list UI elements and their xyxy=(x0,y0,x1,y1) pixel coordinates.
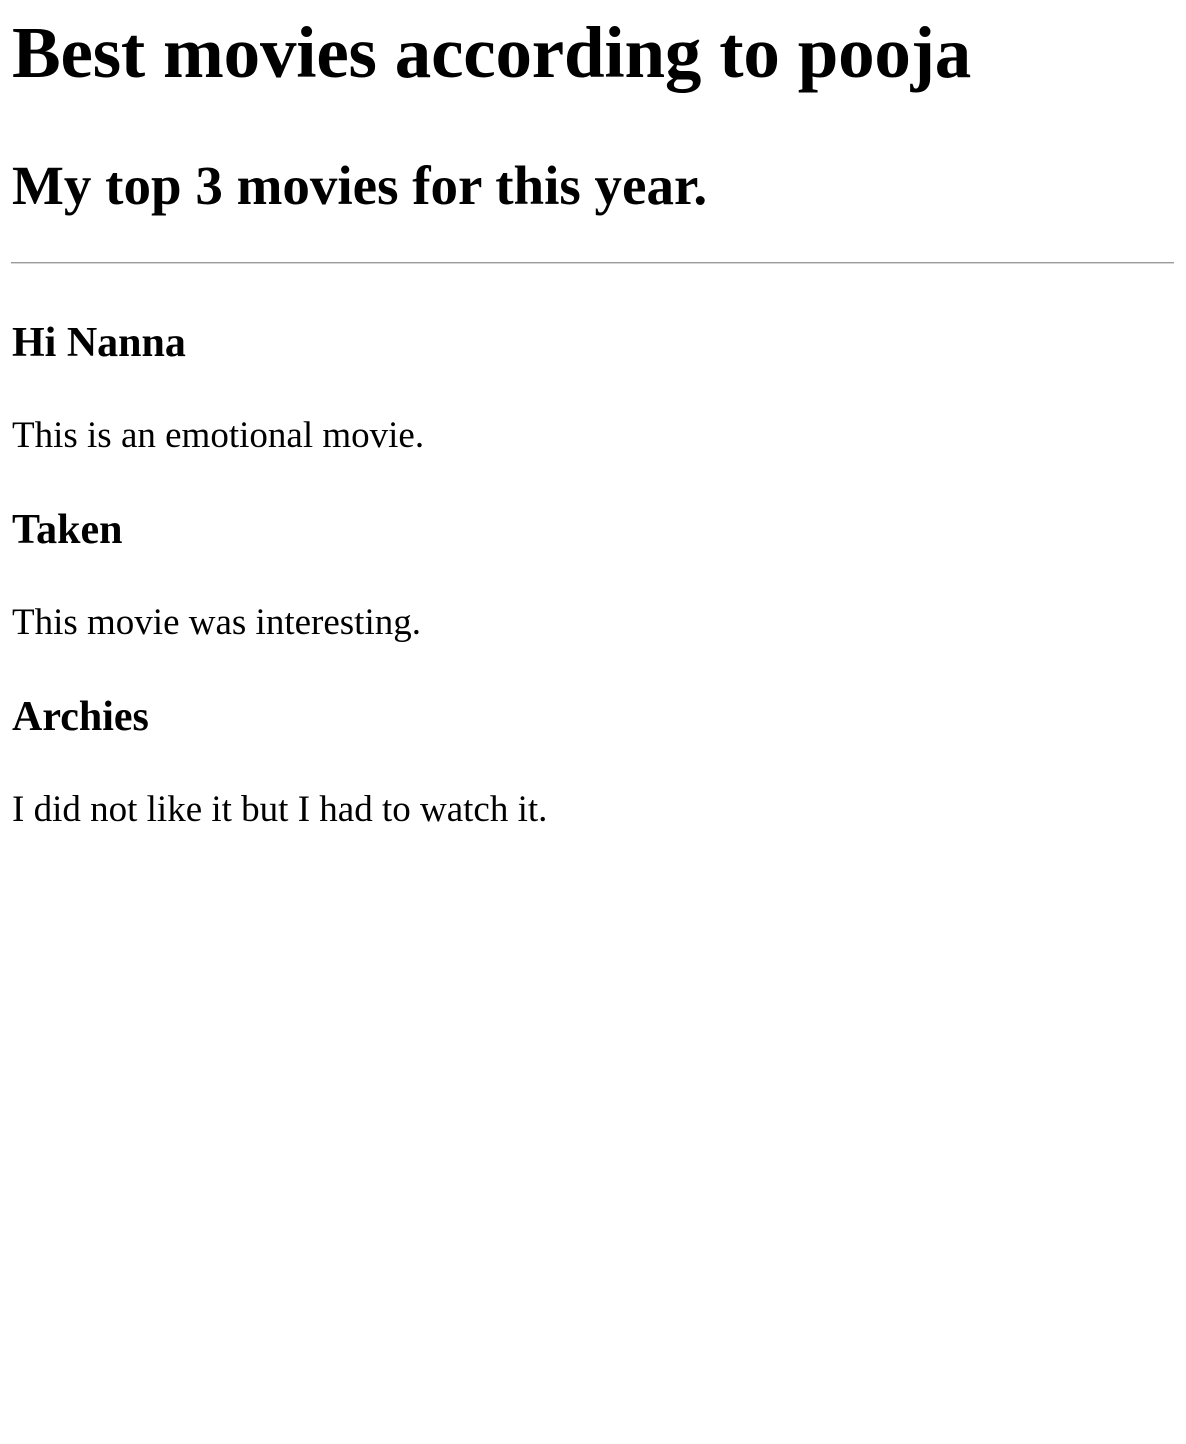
movie-title-hi-nanna: Hi Nanna xyxy=(12,320,186,366)
page-body: Best movies according to pooja My top 3 … xyxy=(0,0,1186,1444)
page-title: Best movies according to pooja xyxy=(12,12,972,93)
movie-description-archies: I did not like it but I had to watch it. xyxy=(12,789,548,830)
page-subtitle: My top 3 movies for this year. xyxy=(12,155,708,216)
movie-description-taken: This movie was interesting. xyxy=(12,602,421,643)
section-divider xyxy=(11,262,1174,264)
movie-title-taken: Taken xyxy=(12,507,123,553)
movie-title-archies: Archies xyxy=(12,694,149,740)
movie-description-hi-nanna: This is an emotional movie. xyxy=(12,415,425,456)
